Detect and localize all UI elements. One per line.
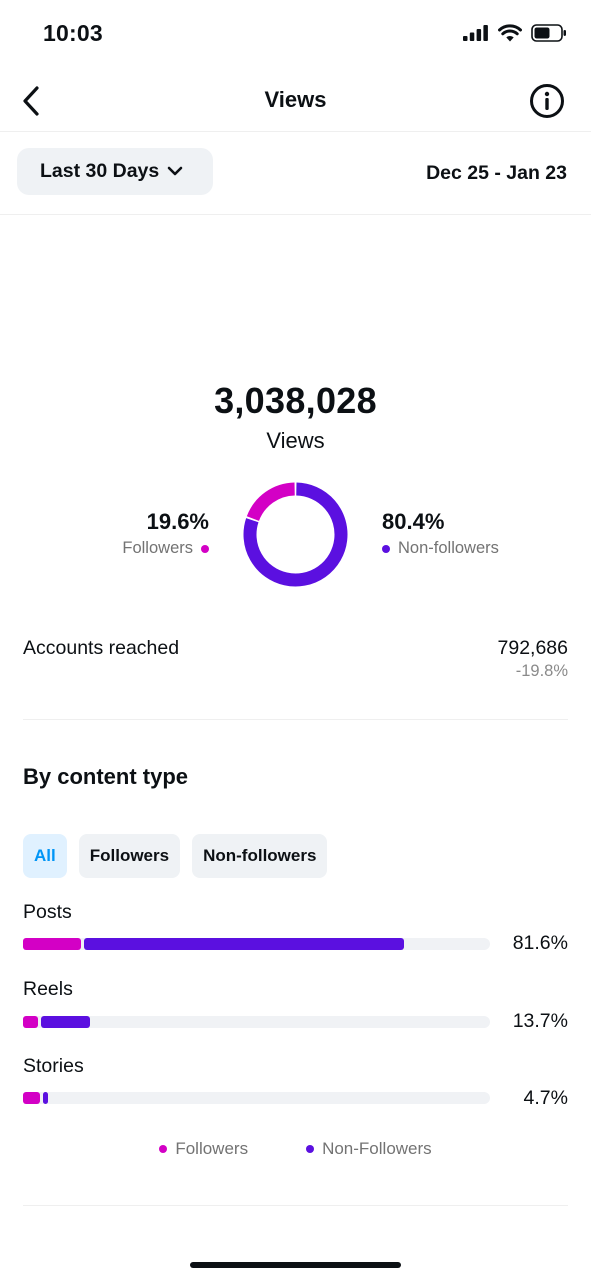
total-views-label: Views bbox=[266, 428, 325, 453]
wifi-icon bbox=[498, 24, 522, 42]
non-followers-split: 80.4% Non-followers bbox=[382, 509, 499, 558]
chart-legend: Followers Non-Followers bbox=[0, 1139, 591, 1159]
donut-followers-arc bbox=[246, 482, 296, 522]
followers-label: Followers bbox=[122, 539, 193, 557]
followers-dot bbox=[201, 544, 209, 553]
accounts-reached-value: 792,686 bbox=[497, 637, 569, 659]
non-followers-dot bbox=[382, 544, 390, 553]
followers-bar bbox=[23, 1016, 39, 1028]
legend-item-non-followers: Non-Followers bbox=[306, 1139, 432, 1159]
date-range-dropdown[interactable]: Last 30 Days bbox=[17, 148, 213, 195]
status-icons bbox=[463, 24, 567, 42]
content-row-bar bbox=[23, 938, 490, 950]
battery-icon bbox=[531, 24, 566, 42]
divider bbox=[23, 1205, 568, 1206]
content-row-bar bbox=[23, 1016, 490, 1028]
non-followers-bar bbox=[41, 1016, 91, 1028]
legend-label-non-followers: Non-Followers bbox=[322, 1139, 432, 1158]
legend-item-followers: Followers bbox=[159, 1139, 248, 1159]
status-time: 10:03 bbox=[43, 20, 103, 46]
followers-bar bbox=[23, 938, 82, 950]
signal-icon bbox=[463, 25, 488, 41]
filter-chip-followers[interactable]: Followers bbox=[78, 834, 181, 878]
non-followers-label: Non-followers bbox=[398, 539, 499, 557]
content-filter-chips: All Followers Non-followers bbox=[23, 834, 328, 878]
views-donut-chart bbox=[243, 482, 348, 587]
accounts-reached-label: Accounts reached bbox=[23, 637, 180, 659]
followers-percent: 19.6% bbox=[146, 509, 209, 534]
info-button[interactable] bbox=[529, 83, 565, 119]
non-followers-percent: 80.4% bbox=[382, 509, 445, 534]
legend-label-followers: Followers bbox=[175, 1139, 249, 1158]
legend-dot-followers bbox=[159, 1145, 168, 1153]
content-row-bar bbox=[23, 1092, 490, 1104]
content-row-percent: 4.7% bbox=[523, 1087, 568, 1109]
chevron-down-icon bbox=[167, 166, 183, 176]
content-row-percent: 81.6% bbox=[512, 932, 568, 954]
page-title: Views bbox=[264, 87, 327, 112]
content-row-label: Reels bbox=[23, 978, 73, 1000]
date-range-bar: Last 30 Days Dec 25 - Jan 23 bbox=[0, 133, 591, 215]
followers-label-row: Followers bbox=[122, 539, 209, 558]
legend-dot-non-followers bbox=[306, 1145, 315, 1153]
content-row-label: Posts bbox=[23, 901, 72, 923]
content-row-percent: 13.7% bbox=[512, 1010, 568, 1032]
followers-bar bbox=[23, 1092, 41, 1104]
section-title: By content type bbox=[23, 764, 189, 789]
home-indicator bbox=[190, 1262, 401, 1268]
filter-chip-non-followers[interactable]: Non-followers bbox=[192, 834, 328, 878]
nav-bar: Views bbox=[0, 70, 591, 132]
filter-chip-all[interactable]: All bbox=[23, 834, 67, 878]
date-range-text: Dec 25 - Jan 23 bbox=[426, 162, 567, 184]
non-followers-bar bbox=[84, 938, 405, 950]
followers-split: 19.6% Followers bbox=[122, 509, 209, 558]
accounts-reached-change: -19.8% bbox=[515, 662, 568, 680]
date-range-dropdown-label: Last 30 Days bbox=[40, 160, 160, 182]
info-icon bbox=[530, 84, 564, 118]
total-views-value: 3,038,028 bbox=[214, 380, 377, 421]
non-followers-bar bbox=[43, 1092, 48, 1104]
status-bar: 10:03 bbox=[0, 0, 591, 70]
divider bbox=[23, 719, 568, 720]
non-followers-label-row: Non-followers bbox=[382, 539, 499, 558]
content-row-label: Stories bbox=[23, 1055, 84, 1077]
